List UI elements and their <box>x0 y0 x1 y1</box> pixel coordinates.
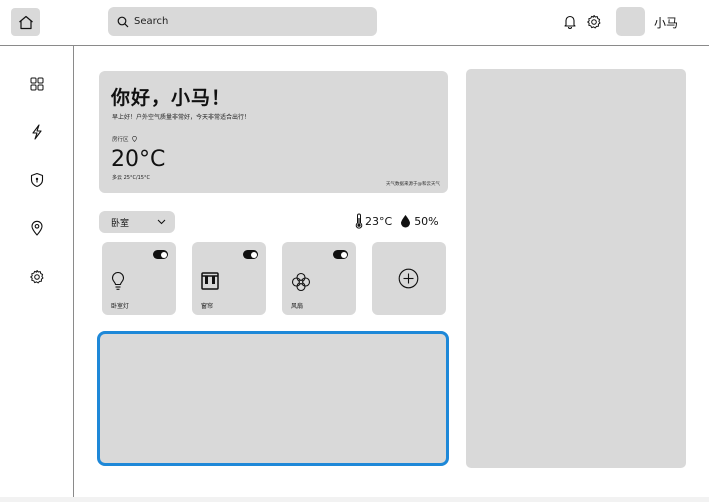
gear-icon <box>587 15 601 29</box>
device-toggle[interactable] <box>153 250 168 259</box>
lightning-icon <box>32 124 42 140</box>
device-card-curtain[interactable]: 窗帘 <box>192 242 266 315</box>
search-bar[interactable]: Search <box>108 7 377 36</box>
device-toggle[interactable] <box>333 250 348 259</box>
notification-button[interactable] <box>563 14 577 33</box>
district-label: 房行区 <box>112 137 129 143</box>
shield-icon <box>30 172 44 188</box>
greeting-subtitle: 早上好！户外空气质量非常好，今天非常适合出行！ <box>112 114 251 121</box>
search-icon <box>117 16 129 27</box>
plus-circle-icon <box>398 268 419 289</box>
humidity-drop-icon <box>401 215 411 228</box>
add-device-card[interactable] <box>372 242 446 315</box>
sidebar <box>0 46 74 497</box>
selected-content-panel[interactable] <box>97 331 449 466</box>
thermometer-icon <box>355 213 363 229</box>
search-input[interactable]: Search <box>134 16 168 27</box>
outdoor-temperature: 20°C <box>111 147 166 172</box>
settings-button[interactable] <box>586 14 602 34</box>
right-content-panel <box>466 69 686 468</box>
home-button[interactable] <box>11 8 40 36</box>
app-window: Search 小马 你好，小马！ 早上好！户外空气质量非常好，今天非常适合出行！… <box>0 0 709 497</box>
gear-icon <box>30 270 44 284</box>
home-icon <box>18 15 33 29</box>
weather-source: 天气数据来源于@和云天气 <box>386 182 440 187</box>
location-pin-icon <box>131 136 137 142</box>
room-select-value: 卧室 <box>111 218 130 229</box>
weather-card: 你好，小马！ 早上好！户外空气质量非常好，今天非常适合出行！ 房行区 20°C … <box>99 71 448 193</box>
indoor-temperature: 23°C <box>365 214 393 228</box>
top-bar: Search 小马 <box>0 0 709 46</box>
device-name: 风扇 <box>291 303 304 310</box>
indoor-conditions: 23°C 50% <box>355 213 439 229</box>
device-card-fan[interactable]: 风扇 <box>282 242 356 315</box>
sidebar-item-settings[interactable] <box>29 269 45 285</box>
greeting: 你好，小马！ <box>111 87 232 109</box>
sidebar-item-energy[interactable] <box>29 124 45 140</box>
sidebar-item-location[interactable] <box>29 220 45 236</box>
device-card-light[interactable]: 卧室灯 <box>102 242 176 315</box>
device-name: 窗帘 <box>201 303 214 310</box>
lightbulb-icon <box>111 272 125 290</box>
weather-condition: 多云 25°C/15°C <box>112 175 150 181</box>
device-name: 卧室灯 <box>111 303 130 310</box>
username[interactable]: 小马 <box>654 14 678 31</box>
location-pin-icon <box>31 220 43 236</box>
sidebar-item-dashboard[interactable] <box>29 76 45 92</box>
avatar[interactable] <box>616 7 645 36</box>
device-toggle[interactable] <box>243 250 258 259</box>
room-select[interactable]: 卧室 <box>99 211 175 233</box>
chevron-down-icon <box>157 219 166 225</box>
fan-icon <box>291 272 311 292</box>
grid-icon <box>30 77 44 91</box>
indoor-humidity: 50% <box>414 214 439 228</box>
sidebar-item-security[interactable] <box>29 172 45 188</box>
district-selector[interactable]: 房行区 <box>112 135 137 143</box>
curtain-icon <box>201 272 219 290</box>
bell-icon <box>564 15 576 29</box>
